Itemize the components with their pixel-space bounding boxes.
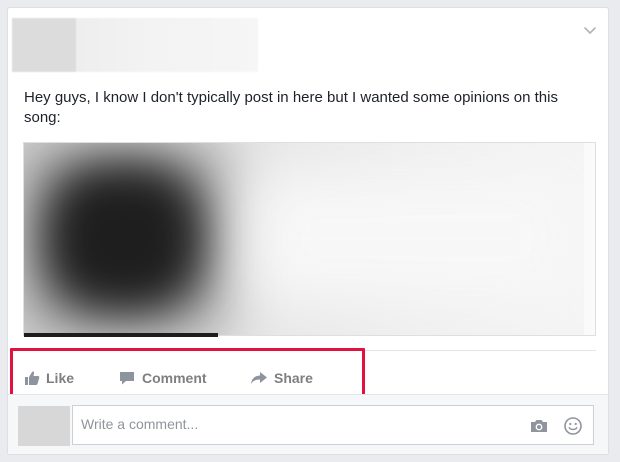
post-text: Hey guys, I know I don't typically post … xyxy=(24,89,558,126)
like-button[interactable]: Like xyxy=(24,370,118,386)
post-options-chevron-down-icon[interactable] xyxy=(582,22,598,38)
comment-composer xyxy=(8,394,608,454)
post-actions-bar: Like Comment Share xyxy=(24,358,360,398)
comment-label: Comment xyxy=(142,370,207,386)
commenter-avatar xyxy=(18,406,70,446)
link-preview[interactable] xyxy=(23,142,596,337)
link-preview-thumbnail-redacted xyxy=(24,143,584,335)
comment-input[interactable] xyxy=(81,416,501,432)
thumbs-up-icon xyxy=(25,371,40,385)
share-button[interactable]: Share xyxy=(250,370,360,386)
post-card: Hey guys, I know I don't typically post … xyxy=(7,7,609,455)
media-progress-fill xyxy=(24,333,219,337)
share-label: Share xyxy=(274,370,313,386)
author-header-redacted xyxy=(12,18,258,72)
media-progress-bar[interactable] xyxy=(24,333,595,337)
comment-box[interactable] xyxy=(72,405,594,445)
like-label: Like xyxy=(46,370,75,386)
camera-icon[interactable] xyxy=(529,417,549,435)
share-arrow-icon xyxy=(251,372,267,384)
speech-bubble-icon xyxy=(120,372,134,385)
comment-button[interactable]: Comment xyxy=(118,370,250,386)
actions-divider xyxy=(22,350,596,351)
author-avatar-redacted xyxy=(12,18,76,72)
smiley-icon[interactable] xyxy=(563,416,583,436)
